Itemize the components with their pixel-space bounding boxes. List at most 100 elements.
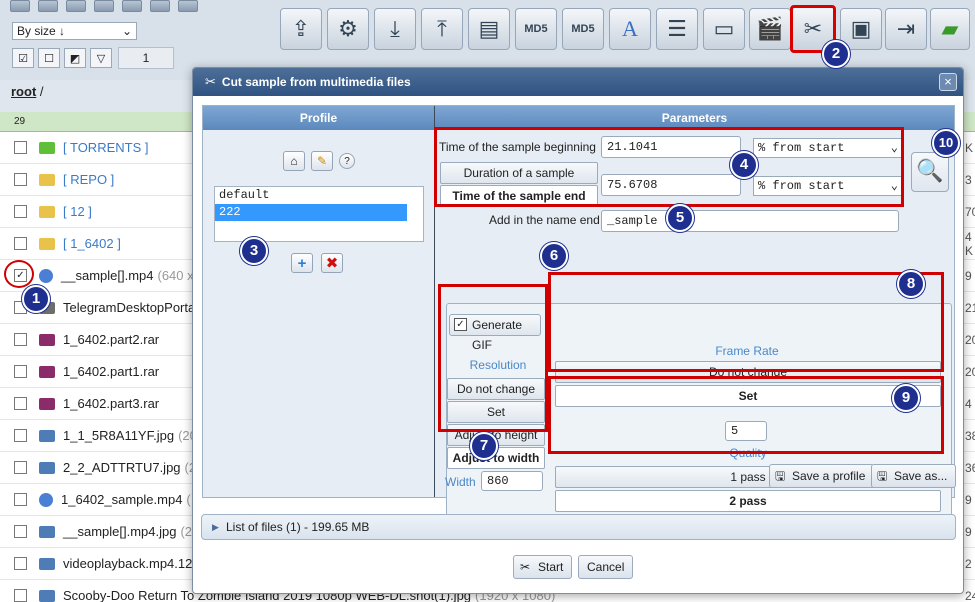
md5-folder-icon[interactable]: MD5 xyxy=(562,8,604,50)
delete-profile-icon[interactable]: ✖ xyxy=(321,253,343,273)
archive-icon[interactable]: ▤ xyxy=(468,8,510,50)
highlight-framerate xyxy=(548,272,944,372)
save-profile-label: Save a profile xyxy=(792,469,866,483)
row-checkbox[interactable] xyxy=(14,429,27,442)
row-checkbox[interactable] xyxy=(14,493,27,506)
profile-item-default[interactable]: default xyxy=(215,187,423,204)
select-none-button[interactable]: ☐ xyxy=(38,48,60,68)
file-name[interactable]: [ REPO ] xyxy=(63,172,114,187)
rar-file-icon xyxy=(39,333,55,346)
width-input[interactable]: 860 xyxy=(481,471,543,491)
home-icon[interactable]: ⌂ xyxy=(283,151,305,171)
start-label: Start xyxy=(538,560,564,574)
file-name[interactable]: 1_6402.part3.rar xyxy=(63,396,159,411)
breadcrumb-root[interactable]: root xyxy=(11,84,36,99)
select-all-button[interactable]: ☑ xyxy=(12,48,34,68)
filter-selection-button[interactable]: ▽ xyxy=(90,48,112,68)
move-icon[interactable]: ⇥ xyxy=(885,8,927,50)
file-name[interactable]: 2_2_ADTTRTU7.jpg xyxy=(63,460,181,475)
mini-add-icon[interactable] xyxy=(66,0,86,12)
file-size: 20 xyxy=(965,332,975,347)
file-name[interactable]: TelegramDesktopPorta xyxy=(63,300,195,315)
name-end-input[interactable]: _sample xyxy=(601,210,899,232)
file-name[interactable]: 1_6402.part2.rar xyxy=(63,332,159,347)
image-file-icon xyxy=(39,525,55,538)
preview-zoom-button[interactable]: 🔍 xyxy=(911,152,949,192)
file-name[interactable]: [ 12 ] xyxy=(63,204,92,219)
mini-sort-icon[interactable] xyxy=(94,0,114,12)
row-checkbox[interactable] xyxy=(14,365,27,378)
row-checkbox[interactable] xyxy=(14,525,27,538)
file-name[interactable]: 1_6402_sample.mp4 xyxy=(61,492,182,507)
selected-count: 1 xyxy=(118,47,174,69)
video-info-icon[interactable]: 🎬 xyxy=(749,8,791,50)
file-count: 29 xyxy=(14,116,26,127)
list-icon[interactable]: ☰ xyxy=(656,8,698,50)
save-profile-button[interactable]: 🖫 Save a profile xyxy=(769,464,875,488)
file-name[interactable]: [ 1_6402 ] xyxy=(63,236,121,251)
cut-icon: ✂ xyxy=(520,560,531,574)
clear-icon[interactable]: ✎ xyxy=(311,151,333,171)
row-checkbox[interactable] xyxy=(14,461,27,474)
quality-2-pass-button[interactable]: 2 pass xyxy=(555,490,941,512)
row-checkbox[interactable] xyxy=(14,589,27,602)
profile-header: Profile xyxy=(203,106,434,130)
add-profile-icon[interactable]: + xyxy=(291,253,313,273)
file-name[interactable]: 1_6402.part1.rar xyxy=(63,364,159,379)
invert-selection-button[interactable]: ◩ xyxy=(64,48,86,68)
mini-toolbar xyxy=(10,0,198,12)
folder-icon xyxy=(39,141,55,154)
image-icon[interactable]: ▭ xyxy=(703,8,745,50)
sort-select[interactable]: By size ↓ ⌄ xyxy=(12,22,137,40)
file-name[interactable]: 1_1_5R8A11YF.jpg xyxy=(63,428,174,443)
md5-file-icon[interactable]: MD5 xyxy=(515,8,557,50)
start-button[interactable]: ✂ Start xyxy=(513,555,573,579)
row-checkbox[interactable] xyxy=(14,205,27,218)
file-size: 4 xyxy=(965,396,972,411)
image-file-icon xyxy=(39,429,55,442)
rename-icon[interactable]: A xyxy=(609,8,651,50)
callout-1: 1 xyxy=(22,285,50,313)
mini-delete-icon[interactable] xyxy=(150,0,170,12)
file-name[interactable]: __sample[].mp4.jpg xyxy=(63,524,176,539)
profile-list[interactable]: default 222 xyxy=(214,186,424,242)
file-name[interactable]: [ TORRENTS ] xyxy=(63,140,148,155)
highlight-checkbox xyxy=(4,260,34,288)
mini-edit-icon[interactable] xyxy=(178,0,198,12)
save-as-button[interactable]: 🖫 Save as... xyxy=(871,464,957,488)
profile-item-222[interactable]: 222 xyxy=(215,204,407,221)
file-meta: ( xyxy=(186,492,191,507)
rar-file-icon xyxy=(39,397,55,410)
folder-icon xyxy=(39,205,55,218)
files-list-expander[interactable]: ▶ List of files (1) - 199.65 MB xyxy=(201,514,956,540)
upload-icon[interactable]: ⇪ xyxy=(280,8,322,50)
mini-grid-icon[interactable] xyxy=(10,0,30,12)
callout-6: 6 xyxy=(540,242,568,270)
file-size: 38 xyxy=(965,428,975,443)
rar-file-icon xyxy=(39,365,55,378)
upload-stack-icon[interactable]: ⤒ xyxy=(421,8,463,50)
file-size: 9 xyxy=(965,268,972,283)
callout-9: 9 xyxy=(892,384,920,412)
file-name[interactable]: videoplayback.mp4.12 xyxy=(63,556,192,571)
row-checkbox[interactable] xyxy=(14,237,27,250)
row-checkbox[interactable] xyxy=(14,557,27,570)
folder-icon xyxy=(39,173,55,186)
mini-image-icon[interactable] xyxy=(38,0,58,12)
floppy-icon: 🖫 xyxy=(775,469,786,483)
file-name[interactable]: __sample[].mp4 xyxy=(61,268,154,283)
row-checkbox[interactable] xyxy=(14,141,27,154)
row-checkbox[interactable] xyxy=(14,173,27,186)
mini-copy-icon[interactable] xyxy=(122,0,142,12)
row-checkbox[interactable] xyxy=(14,333,27,346)
cancel-button[interactable]: Cancel xyxy=(578,555,634,579)
image-file-icon xyxy=(39,557,55,570)
close-icon[interactable]: × xyxy=(939,73,957,91)
row-checkbox[interactable] xyxy=(14,397,27,410)
callout-3: 3 xyxy=(240,237,268,265)
settings-icon[interactable]: ⚙ xyxy=(327,8,369,50)
help-icon[interactable]: ? xyxy=(339,153,355,169)
image-file-icon xyxy=(39,461,55,474)
new-folder-icon[interactable]: ▰ xyxy=(930,8,970,50)
download-stack-icon[interactable]: ⤓ xyxy=(374,8,416,50)
